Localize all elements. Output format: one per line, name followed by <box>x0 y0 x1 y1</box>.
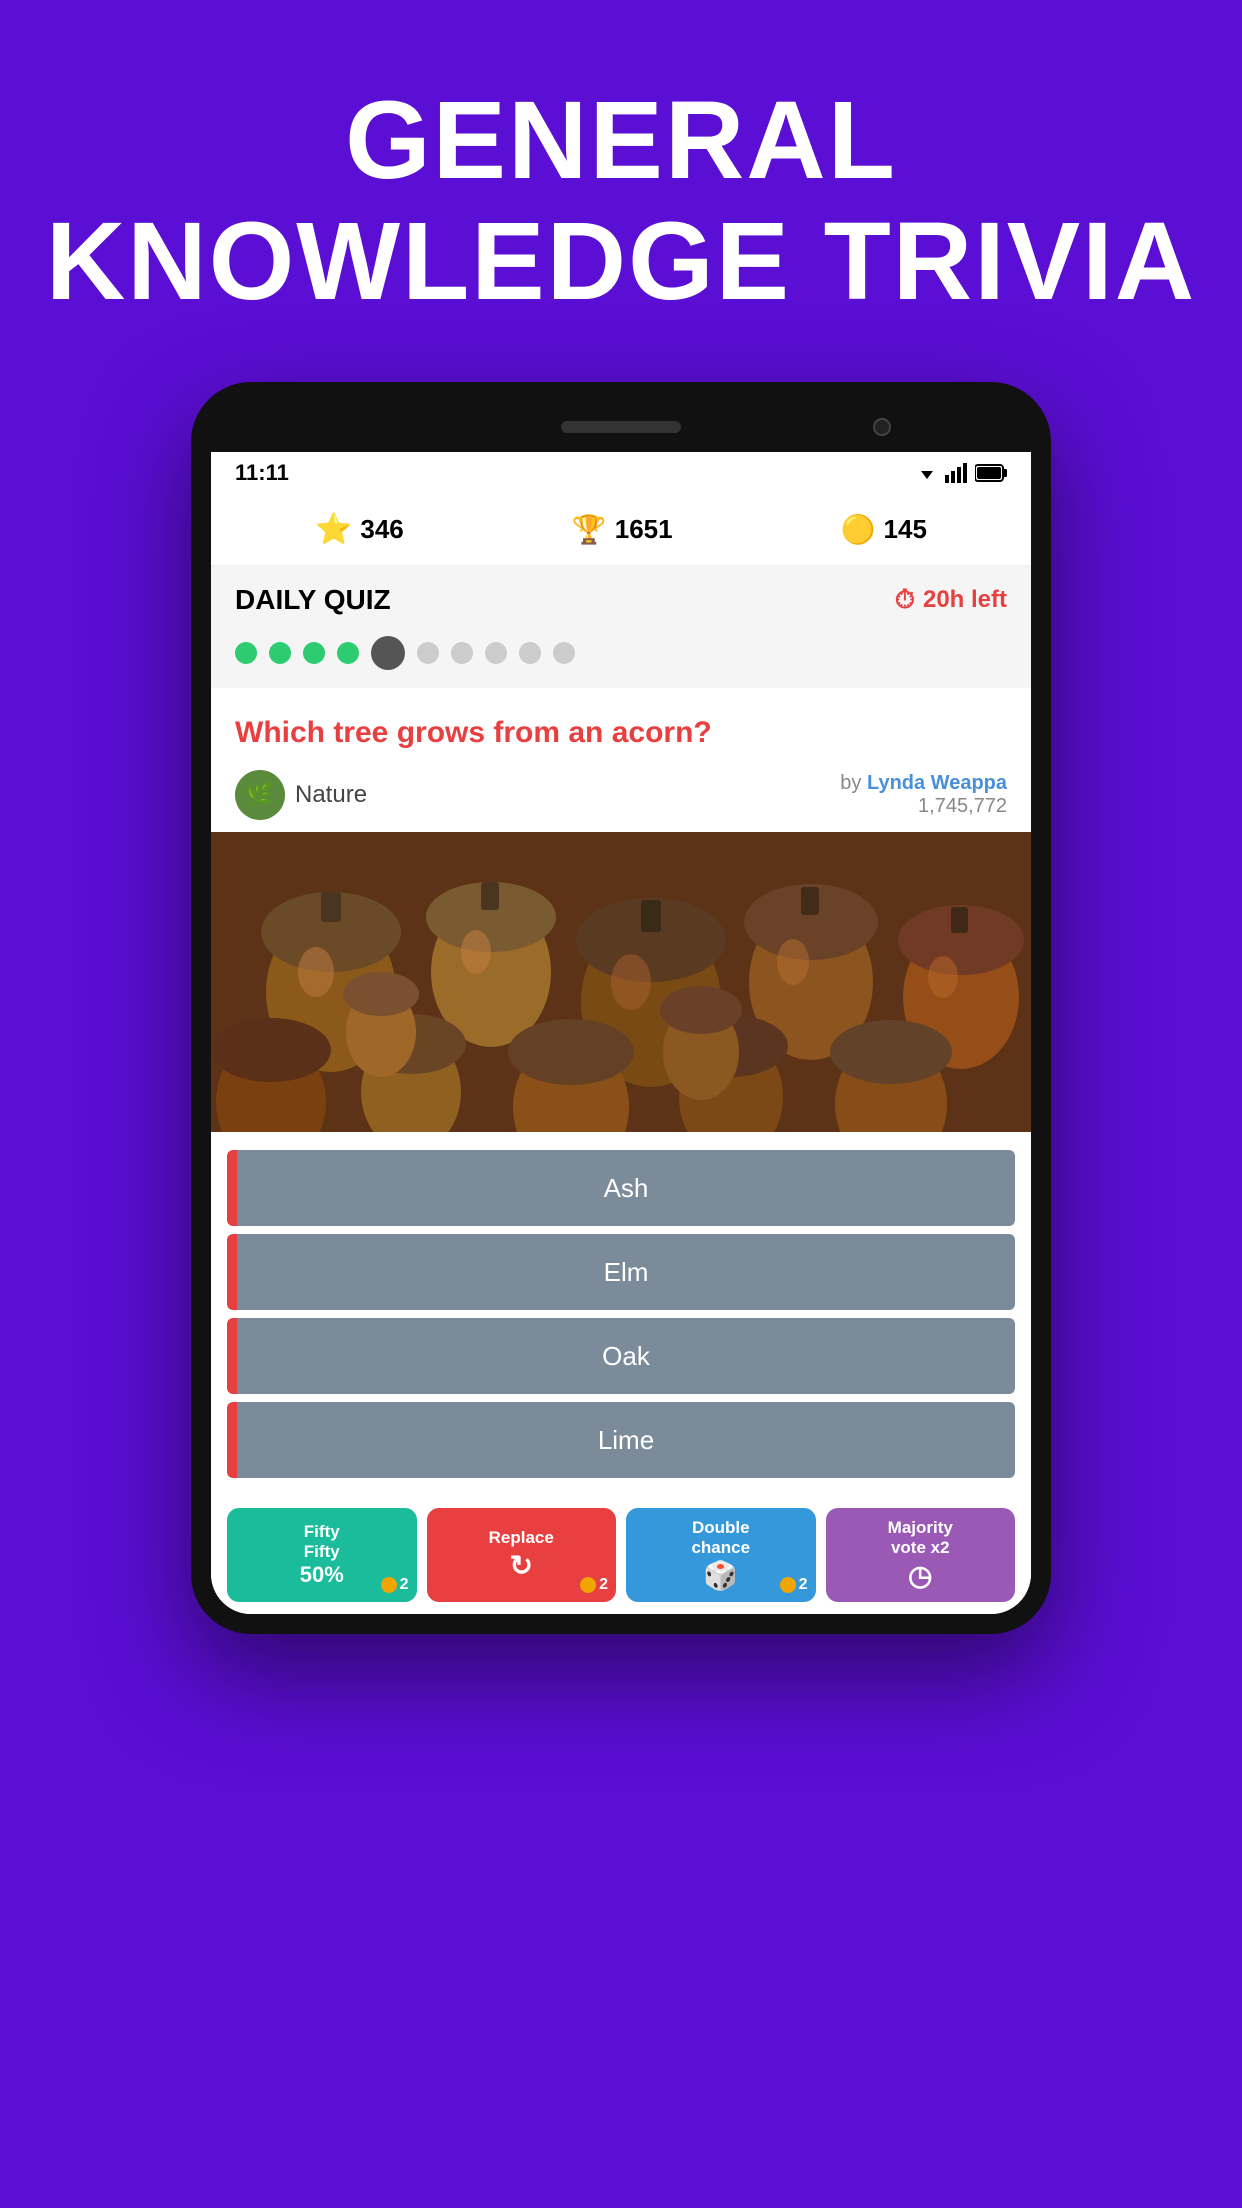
progress-dot-6 <box>417 642 439 664</box>
progress-dot-3 <box>303 642 325 664</box>
answers-container: Ash Elm Oak Lime <box>211 1132 1031 1496</box>
answer-option-elm[interactable]: Elm <box>227 1234 1015 1310</box>
coins-stat: 🟡 145 <box>841 513 927 546</box>
cost-coin-2 <box>580 1577 596 1593</box>
status-bar: 11:11 <box>211 452 1031 494</box>
answer-indicator-lime <box>227 1402 237 1478</box>
cost-coin-1 <box>381 1577 397 1593</box>
answer-text-lime: Lime <box>237 1402 1015 1478</box>
answer-indicator-elm <box>227 1234 237 1310</box>
answer-option-oak[interactable]: Oak <box>227 1318 1015 1394</box>
powerups-bar: FiftyFifty 50% 2 Replace ↻ 2 Doublechanc… <box>211 1496 1031 1614</box>
phone-mockup: 11:11 ⭐ <box>191 382 1051 1634</box>
progress-dot-7 <box>451 642 473 664</box>
time-left-value: 20h left <box>923 586 1007 614</box>
majority-vote-icon: ◷ <box>908 1559 932 1592</box>
daily-quiz-label: DAILY QUIZ <box>235 584 391 616</box>
timer-icon: ⏱ <box>895 584 915 616</box>
phone-speaker <box>561 421 681 433</box>
fifty-fifty-cost: 2 <box>381 1576 409 1594</box>
question-text: Which tree grows from an acorn? <box>235 712 1007 754</box>
powerup-majority-vote[interactable]: Majorityvote x2 ◷ <box>826 1508 1016 1602</box>
answer-indicator-ash <box>227 1150 237 1226</box>
progress-dot-5 <box>371 636 405 670</box>
category-row: 🌿 Nature by Lynda Weappa 1,745,772 <box>235 770 1007 820</box>
trophy-stat: 🏆 1651 <box>572 513 673 546</box>
trophy-value: 1651 <box>615 514 673 545</box>
cost-coin-3 <box>780 1577 796 1593</box>
time-left: ⏱ 20h left <box>895 584 1007 616</box>
page-title: GENERAL KNOWLEDGE TRIVIA <box>46 80 1196 322</box>
wifi-icon <box>915 461 939 485</box>
category-name: Nature <box>295 781 367 809</box>
phone-screen: 11:11 ⭐ <box>211 452 1031 1614</box>
powerup-replace[interactable]: Replace ↻ 2 <box>427 1508 617 1602</box>
trophy-icon: 🏆 <box>572 513 607 546</box>
coins-value: 145 <box>884 514 927 545</box>
stars-value: 346 <box>360 514 403 545</box>
replace-label: Replace <box>489 1528 554 1548</box>
progress-dot-4 <box>337 642 359 664</box>
progress-dot-1 <box>235 642 257 664</box>
double-chance-icon: 🎲 <box>703 1559 738 1592</box>
acorns-illustration <box>211 832 1031 1132</box>
progress-dot-8 <box>485 642 507 664</box>
stars-stat: ⭐ 346 <box>315 512 404 547</box>
status-icons <box>915 461 1007 485</box>
answer-text-ash: Ash <box>237 1150 1015 1226</box>
author-prefix: by <box>840 772 861 794</box>
stats-bar: ⭐ 346 🏆 1651 🟡 145 <box>211 494 1031 566</box>
powerup-fifty-fifty[interactable]: FiftyFifty 50% 2 <box>227 1508 417 1602</box>
signal-icon <box>945 461 969 485</box>
double-chance-cost: 2 <box>780 1576 808 1594</box>
question-area: Which tree grows from an acorn? 🌿 Nature… <box>211 688 1031 832</box>
category-badge: 🌿 Nature <box>235 770 367 820</box>
answer-text-elm: Elm <box>237 1234 1015 1310</box>
answer-indicator-oak <box>227 1318 237 1394</box>
phone-camera <box>873 418 891 436</box>
author-info: by Lynda Weappa 1,745,772 <box>840 772 1007 818</box>
fifty-fifty-label: FiftyFifty <box>304 1522 340 1563</box>
replace-cost: 2 <box>580 1576 608 1594</box>
phone-notch <box>211 402 1031 452</box>
quiz-header: DAILY QUIZ ⏱ 20h left <box>211 566 1031 626</box>
coin-icon: 🟡 <box>841 513 876 546</box>
star-icon: ⭐ <box>315 512 352 547</box>
author-name: Lynda Weappa <box>867 772 1007 794</box>
question-image <box>211 832 1031 1132</box>
progress-dot-10 <box>553 642 575 664</box>
majority-vote-label: Majorityvote x2 <box>888 1518 953 1559</box>
answer-text-oak: Oak <box>237 1318 1015 1394</box>
author-score: 1,745,772 <box>918 795 1007 817</box>
status-time: 11:11 <box>235 460 289 486</box>
progress-dot-2 <box>269 642 291 664</box>
double-chance-label: Doublechance <box>691 1518 750 1559</box>
answer-option-lime[interactable]: Lime <box>227 1402 1015 1478</box>
progress-dots <box>211 626 1031 688</box>
battery-icon <box>975 464 1007 482</box>
replace-icon: ↻ <box>510 1549 533 1582</box>
powerup-double-chance[interactable]: Doublechance 🎲 2 <box>626 1508 816 1602</box>
fifty-fifty-value: 50% <box>300 1562 344 1588</box>
progress-dot-9 <box>519 642 541 664</box>
category-icon: 🌿 <box>235 770 285 820</box>
answer-option-ash[interactable]: Ash <box>227 1150 1015 1226</box>
